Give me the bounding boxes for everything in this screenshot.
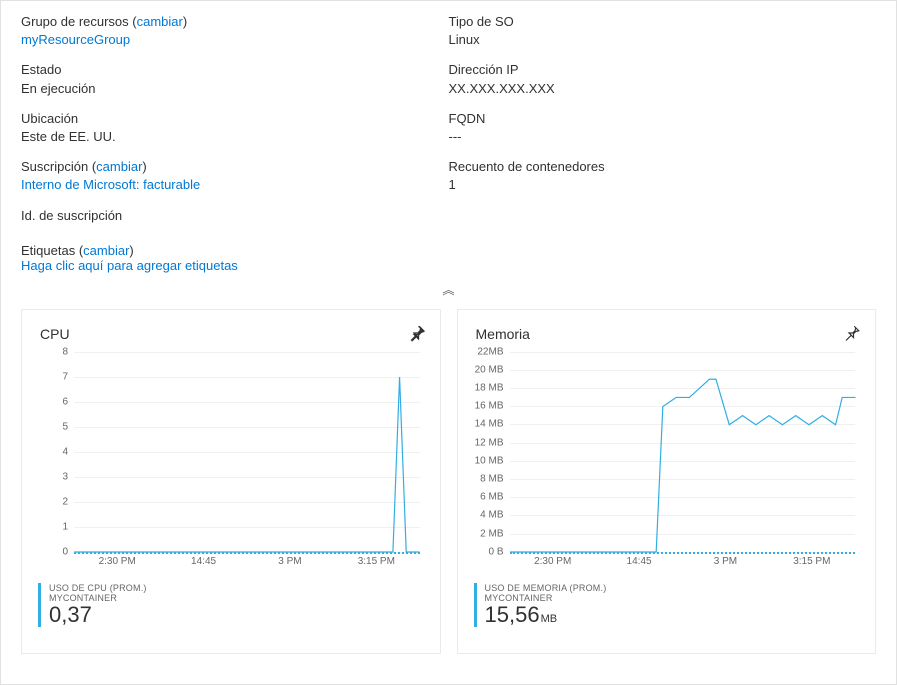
properties-column-right: Tipo de SO Linux Dirección IP XX.XXX.XXX.XX… (449, 13, 877, 237)
collapse-toggle[interactable]: ︽ (1, 281, 896, 297)
property: FQDN --- (449, 110, 877, 146)
property-value: En ejecución (21, 80, 449, 98)
chart-title: CPU (40, 326, 424, 342)
chart-ytick-label: 6 (62, 396, 74, 407)
tags-add-link[interactable]: Haga clic aquí para agregar etiquetas (21, 258, 238, 273)
chart-xtick-label: 3:15 PM (333, 556, 419, 567)
property: Estado En ejecución (21, 61, 449, 97)
property-value[interactable]: Interno de Microsoft: facturable (21, 176, 449, 194)
property: Id. de suscripción (21, 207, 449, 225)
chart-ytick-label: 7 (62, 371, 74, 382)
property: Suscripción (cambiar)Interno de Microsof… (21, 158, 449, 194)
chart-ytick-label: 10 MB (475, 455, 510, 466)
property: Ubicación Este de EE. UU. (21, 110, 449, 146)
property-label: Suscripción (21, 159, 88, 174)
chart-ytick-label: 2 MB (480, 528, 509, 539)
tags-change-link[interactable]: cambiar (83, 243, 129, 258)
chart-legend-memory: USO DE MEMORIA (PROM.) MYCONTAINER 15,56… (474, 583, 860, 627)
chart-xtick-label: 3:15 PM (769, 556, 855, 567)
properties-column-left: Grupo de recursos (cambiar)myResourceGro… (21, 13, 449, 237)
chart-legend-cpu: USO DE CPU (PROM.) MYCONTAINER 0,37 (38, 583, 424, 627)
tags-row: Etiquetas (cambiar) Haga clic aquí para … (1, 243, 896, 281)
property-label: Grupo de recursos (21, 14, 129, 29)
property-value: XX.XXX.XXX.XXX (449, 80, 877, 98)
chart-card-cpu: CPU 012345678 2:30 PM14:453 PM3:15 PM US… (21, 309, 441, 654)
legend-series-label: USO DE CPU (PROM.) (49, 583, 424, 593)
chart-title: Memoria (476, 326, 860, 342)
property-label: FQDN (449, 111, 486, 126)
property: Grupo de recursos (cambiar)myResourceGro… (21, 13, 449, 49)
property-value[interactable]: myResourceGroup (21, 31, 449, 49)
chart-ytick-label: 5 (62, 421, 74, 432)
property-label: Id. de suscripción (21, 208, 122, 223)
chart-xtick-label: 2:30 PM (510, 556, 596, 567)
overview-panel: Grupo de recursos (cambiar)myResourceGro… (0, 0, 897, 685)
chart-ytick-label: 22MB (477, 346, 509, 357)
legend-series-label: USO DE MEMORIA (PROM.) (485, 583, 860, 593)
chart-xaxis-cpu: 2:30 PM14:453 PM3:15 PM (74, 552, 420, 567)
legend-series-sub: MYCONTAINER (485, 593, 860, 603)
chart-ytick-label: 1 (62, 521, 74, 532)
chart-xaxis-memory: 2:30 PM14:453 PM3:15 PM (510, 552, 856, 567)
property: Recuento de contenedores 1 (449, 158, 877, 194)
chart-line (74, 352, 420, 552)
chart-ytick-label: 8 (62, 346, 74, 357)
chart-xtick-label: 14:45 (596, 556, 682, 567)
legend-series-sub: MYCONTAINER (49, 593, 424, 603)
chart-ytick-label: 8 MB (480, 473, 509, 484)
chart-ytick-label: 12 MB (475, 437, 510, 448)
chart-plot-memory: 0 B2 MB4 MB6 MB8 MB10 MB12 MB14 MB16 MB1… (510, 352, 856, 552)
chevron-up-double-icon: ︽ (442, 283, 454, 297)
chart-ytick-label: 0 (62, 546, 74, 557)
property-label: Recuento de contenedores (449, 159, 605, 174)
chart-card-memory: Memoria 0 B2 MB4 MB6 MB8 MB10 MB12 MB14 … (457, 309, 877, 654)
property-label: Dirección IP (449, 62, 519, 77)
property-label: Estado (21, 62, 61, 77)
chart-line (510, 352, 856, 552)
chart-xtick-label: 2:30 PM (74, 556, 160, 567)
property-label: Ubicación (21, 111, 78, 126)
chart-ytick-label: 14 MB (475, 419, 510, 430)
chart-ytick-label: 4 MB (480, 510, 509, 521)
legend-value: 15,56 (485, 602, 540, 627)
chart-ytick-label: 20 MB (475, 364, 510, 375)
chart-xtick-label: 3 PM (247, 556, 333, 567)
charts-section: CPU 012345678 2:30 PM14:453 PM3:15 PM US… (1, 297, 896, 674)
chart-xtick-label: 14:45 (160, 556, 246, 567)
chart-plot-cpu: 012345678 (74, 352, 420, 552)
properties-section: Grupo de recursos (cambiar)myResourceGro… (1, 1, 896, 243)
property-value: --- (449, 128, 877, 146)
chart-ytick-label: 16 MB (475, 401, 510, 412)
pin-icon[interactable] (843, 324, 861, 342)
property-change-link[interactable]: cambiar (96, 159, 142, 174)
chart-xtick-label: 3 PM (682, 556, 768, 567)
legend-value: 0,37 (49, 602, 92, 627)
chart-ytick-label: 18 MB (475, 383, 510, 394)
property: Dirección IP XX.XXX.XXX.XXX (449, 61, 877, 97)
property-value: Este de EE. UU. (21, 128, 449, 146)
chart-ytick-label: 6 MB (480, 492, 509, 503)
property: Tipo de SO Linux (449, 13, 877, 49)
chart-ytick-label: 0 B (488, 546, 509, 557)
pin-icon[interactable] (408, 324, 426, 342)
property-change-link[interactable]: cambiar (137, 14, 183, 29)
chart-ytick-label: 3 (62, 471, 74, 482)
tags-label: Etiquetas (21, 243, 75, 258)
legend-unit: MB (541, 613, 558, 625)
chart-ytick-label: 4 (62, 446, 74, 457)
chart-ytick-label: 2 (62, 496, 74, 507)
property-value: Linux (449, 31, 877, 49)
property-value: 1 (449, 176, 877, 194)
property-label: Tipo de SO (449, 14, 514, 29)
